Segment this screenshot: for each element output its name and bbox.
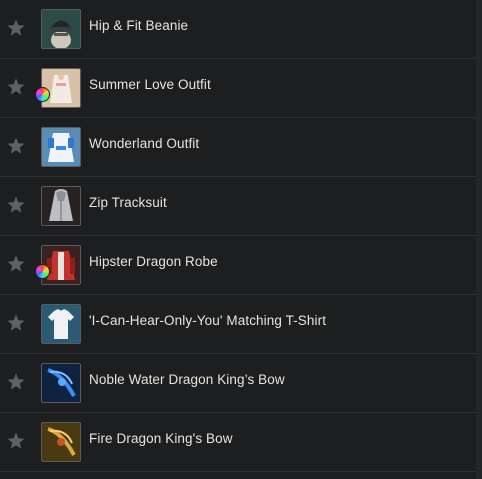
- item-name: Noble Water Dragon King’s Bow: [89, 372, 285, 387]
- favorite-star-icon[interactable]: [6, 372, 26, 392]
- favorite-star-icon[interactable]: [6, 254, 26, 274]
- bow-gold-icon: [41, 422, 81, 462]
- list-item[interactable]: Hip & Fit Beanie: [0, 0, 476, 59]
- favorite-star-icon[interactable]: [6, 18, 26, 38]
- item-name: Zip Tracksuit: [89, 195, 167, 210]
- list-item[interactable]: Fire Dragon King's Bow: [0, 413, 476, 472]
- item-name: Fire Dragon King's Bow: [89, 431, 233, 446]
- item-name: Summer Love Outfit: [89, 77, 211, 92]
- favorite-star-icon[interactable]: [6, 195, 26, 215]
- outfit-blue-icon: [41, 127, 81, 167]
- beanie-icon: [41, 9, 81, 49]
- list-item[interactable]: Wonderland Outfit: [0, 118, 476, 177]
- item-name: Hip & Fit Beanie: [89, 18, 189, 33]
- list-item[interactable]: Hipster Dragon Robe: [0, 236, 476, 295]
- list-item[interactable]: Noble Water Dragon King’s Bow: [0, 354, 476, 413]
- tshirt-icon: [41, 304, 81, 344]
- item-name: Hipster Dragon Robe: [89, 254, 218, 269]
- list-item[interactable]: Summer Love Outfit: [0, 59, 476, 118]
- dye-color-icon: [35, 264, 50, 279]
- favorite-star-icon[interactable]: [6, 77, 26, 97]
- dye-color-icon: [35, 87, 50, 102]
- item-name: Wonderland Outfit: [89, 136, 200, 151]
- favorite-star-icon[interactable]: [6, 431, 26, 451]
- item-name: 'I-Can-Hear-Only-You' Matching T-Shirt: [89, 313, 327, 328]
- hoodie-icon: [41, 186, 81, 226]
- bow-blue-icon: [41, 363, 81, 403]
- list-item[interactable]: Zip Tracksuit: [0, 177, 476, 236]
- scrollbar[interactable]: [476, 0, 482, 479]
- favorite-star-icon[interactable]: [6, 136, 26, 156]
- favorite-star-icon[interactable]: [6, 313, 26, 333]
- item-list: Hip & Fit Beanie Summer Love Outfit Wond…: [0, 0, 482, 479]
- list-item[interactable]: 'I-Can-Hear-Only-You' Matching T-Shirt: [0, 295, 476, 354]
